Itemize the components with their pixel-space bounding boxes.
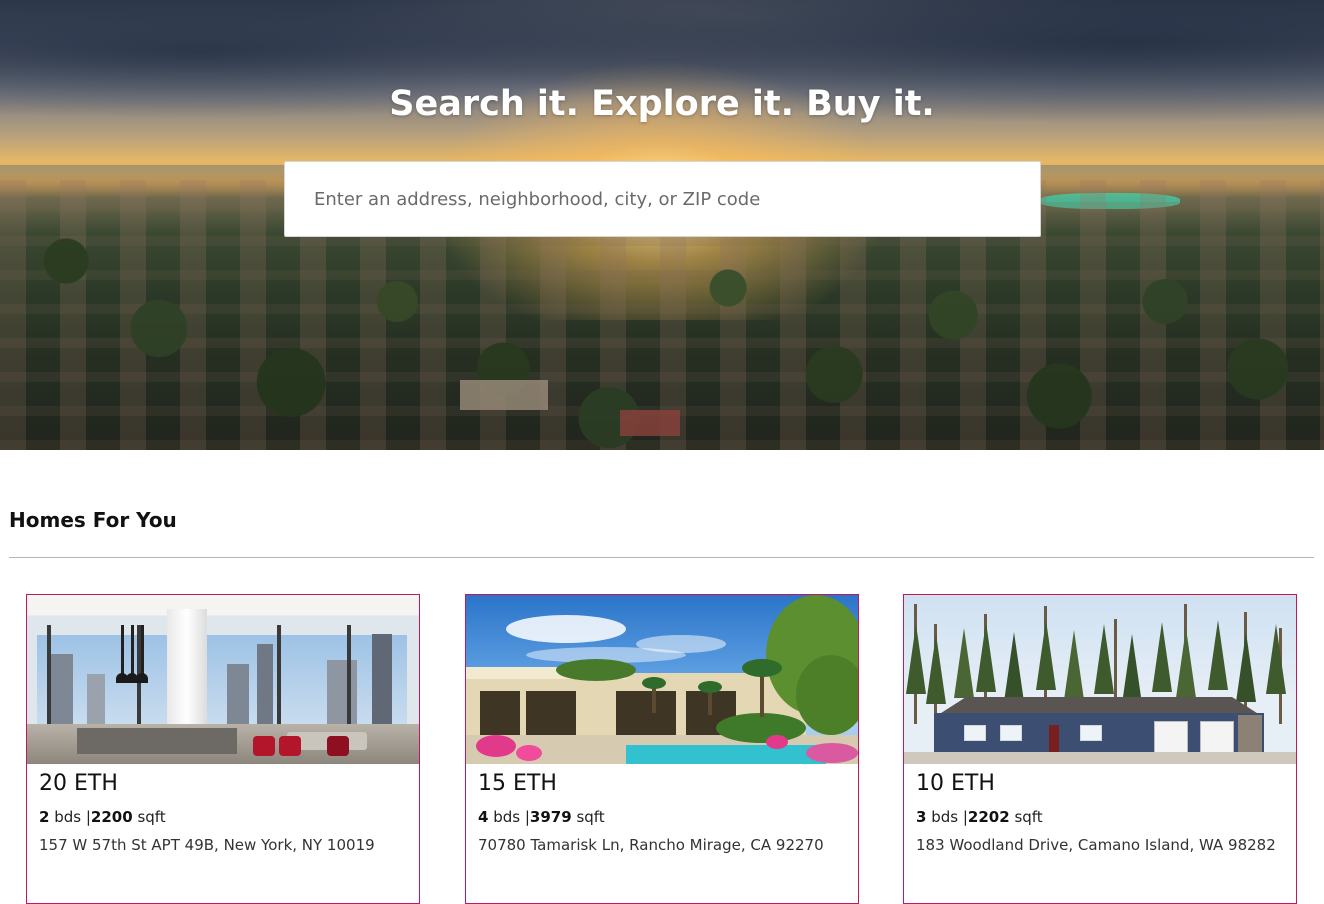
- listing-specs: 2 bds |2200 sqft: [39, 808, 166, 826]
- listing-beds-unit: bds: [493, 808, 521, 826]
- listing-sqft-unit: sqft: [137, 808, 166, 826]
- listing-sqft: 2200: [90, 808, 133, 826]
- listing-address: 183 Woodland Drive, Camano Island, WA 98…: [916, 836, 1276, 854]
- listing-address: 157 W 57th St APT 49B, New York, NY 1001…: [39, 836, 375, 854]
- listing-specs: 4 bds |3979 sqft: [478, 808, 605, 826]
- hero-title: Search it. Explore it. Buy it.: [389, 84, 935, 124]
- listing-beds: 2: [39, 808, 50, 826]
- listing-card[interactable]: 20 ETH 2 bds |2200 sqft 157 W 57th St AP…: [26, 594, 420, 904]
- listing-price: 10 ETH: [916, 771, 995, 796]
- search-box[interactable]: [284, 161, 1041, 237]
- listing-photo[interactable]: [27, 595, 419, 764]
- listing-sqft-unit: sqft: [1014, 808, 1043, 826]
- listing-specs: 3 bds |2202 sqft: [916, 808, 1043, 826]
- listing-beds: 3: [916, 808, 927, 826]
- section-title: Homes For You: [9, 508, 177, 532]
- listing-price: 15 ETH: [478, 771, 557, 796]
- search-input[interactable]: [285, 162, 1040, 236]
- listing-beds-unit: bds: [931, 808, 959, 826]
- listing-sqft: 3979: [529, 808, 572, 826]
- listing-beds-unit: bds: [54, 808, 82, 826]
- listing-sqft: 2202: [967, 808, 1010, 826]
- listing-sqft-unit: sqft: [576, 808, 605, 826]
- section-divider: [9, 557, 1314, 558]
- listing-card[interactable]: 10 ETH 3 bds |2202 sqft 183 Woodland Dri…: [903, 594, 1297, 904]
- listing-card[interactable]: 15 ETH 4 bds |3979 sqft 70780 Tamarisk L…: [465, 594, 859, 904]
- listing-photo[interactable]: [466, 595, 858, 764]
- listing-address: 70780 Tamarisk Ln, Rancho Mirage, CA 922…: [478, 836, 824, 854]
- listing-photo[interactable]: [904, 595, 1296, 764]
- listing-beds: 4: [478, 808, 489, 826]
- listing-price: 20 ETH: [39, 771, 118, 796]
